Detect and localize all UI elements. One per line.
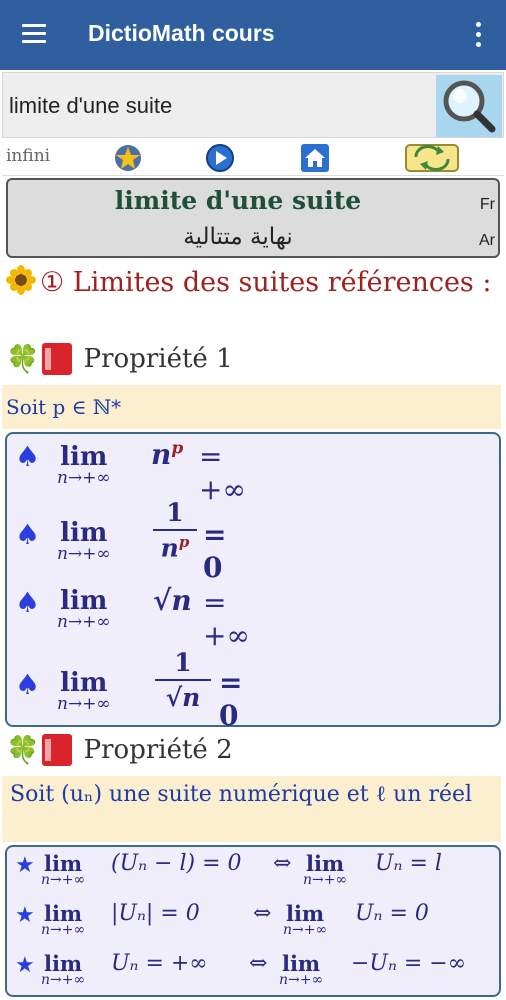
app-title: DictioMath cours <box>88 20 275 46</box>
spade-icon: ♠ <box>15 518 41 551</box>
search-bar <box>2 72 504 138</box>
limit-operator: lim n→+∞ <box>57 518 111 564</box>
formula-left: (Uₙ − l) = 0 <box>111 851 242 876</box>
search-input[interactable] <box>5 81 431 131</box>
limit-operator: lim n→+∞ <box>303 851 348 888</box>
equivalence-symbol: ⇔ <box>249 951 268 976</box>
property-1-formulas: ♠ lim n→+∞ np = +∞ ♠ lim n→+∞ 1 np = 0 ♠… <box>5 432 501 732</box>
section-title-text: ① Limites des suites références : <box>40 267 492 298</box>
spade-icon: ♠ <box>15 440 41 473</box>
limit-operator: lim n→+∞ <box>57 442 111 488</box>
spade-icon: ♠ <box>15 668 41 701</box>
book-icon <box>41 343 72 375</box>
limit-operator: lim n→+∞ <box>283 901 328 938</box>
limit-operator: lim n→+∞ <box>41 901 86 938</box>
play-icon[interactable] <box>204 143 236 173</box>
clover-icon: 🍀 <box>6 735 40 766</box>
limit-operator: lim n→+∞ <box>57 586 111 632</box>
lang-ar-button[interactable]: Ar <box>479 232 495 250</box>
section-title: ① Limites des suites références : <box>6 264 496 301</box>
equivalence-symbol: ⇔ <box>253 901 272 926</box>
formula-expr: np <box>151 438 184 471</box>
formula-expr: √n <box>153 584 192 617</box>
term-title-fr: limite d'une suite <box>114 186 362 215</box>
formula-row: ★ lim n→+∞ (Uₙ − l) = 0 ⇔ lim n→+∞ Uₙ = l <box>7 849 497 895</box>
spade-icon: ♠ <box>15 586 41 619</box>
property-2-note: Soit (uₙ) une suite numérique et ℓ un ré… <box>2 776 501 842</box>
lang-fr-button[interactable]: Fr <box>480 196 495 214</box>
fraction: 1 np <box>153 498 197 562</box>
limit-operator: lim n→+∞ <box>41 851 86 888</box>
search-icon <box>443 80 496 133</box>
term-title-ar: نهاية متتالية <box>183 224 293 250</box>
formula-row: ★ lim n→+∞ |Uₙ| = 0 ⇔ lim n→+∞ Uₙ = 0 <box>7 899 497 945</box>
formula-row: ★ lim n→+∞ Uₙ = +∞ ⇔ lim n→+∞ −Uₙ = −∞ <box>7 949 497 995</box>
current-word: infini <box>6 146 51 166</box>
property-1-label: Propriété 1 <box>83 344 233 374</box>
formula-right: −Uₙ = −∞ <box>351 951 467 976</box>
toolbar: infini <box>2 140 504 176</box>
limit-operator: lim n→+∞ <box>41 951 86 988</box>
property-2-label: Propriété 2 <box>83 735 233 765</box>
formula-rhs: = +∞ <box>199 440 246 506</box>
equivalence-symbol: ⇔ <box>273 851 292 876</box>
property-2-note-text: Soit (uₙ) une suite numérique et ℓ un ré… <box>10 782 473 807</box>
search-button[interactable] <box>436 75 502 137</box>
property-1-heading: 🍀 Propriété 1 <box>6 343 233 375</box>
clover-icon: 🍀 <box>6 344 40 375</box>
app-bar: DictioMath cours <box>0 0 506 70</box>
formula-left: Uₙ = +∞ <box>111 951 208 976</box>
star-bullet-icon: ★ <box>15 953 35 978</box>
property-1-note-text: Soit p ∈ ℕ* <box>6 395 122 419</box>
home-icon[interactable] <box>299 143 331 173</box>
formula-left: |Uₙ| = 0 <box>111 901 200 926</box>
book-icon <box>41 734 72 766</box>
star-bullet-icon: ★ <box>15 903 35 928</box>
more-options-icon[interactable] <box>472 22 484 48</box>
limit-operator: lim n→+∞ <box>57 668 111 714</box>
fraction: 1 √n <box>155 648 211 712</box>
sunflower-icon <box>6 265 36 295</box>
property-2-formulas: ★ lim n→+∞ (Uₙ − l) = 0 ⇔ lim n→+∞ Uₙ = l … <box>5 845 501 997</box>
limit-operator: lim n→+∞ <box>279 951 324 988</box>
star-icon[interactable] <box>112 143 144 173</box>
formula-rhs: = 0 <box>219 666 243 732</box>
property-1-note: Soit p ∈ ℕ* <box>2 385 501 429</box>
formula-rhs: = 0 <box>203 518 227 584</box>
formula-rhs: = +∞ <box>203 586 250 652</box>
term-header-card: limite d'une suite نهاية متتالية Fr Ar <box>6 178 500 258</box>
menu-icon[interactable] <box>22 24 48 44</box>
formula-right: Uₙ = l <box>375 851 442 876</box>
translate-icon[interactable] <box>402 143 462 173</box>
property-2-heading: 🍀 Propriété 2 <box>6 734 233 766</box>
formula-right: Uₙ = 0 <box>355 901 429 926</box>
star-bullet-icon: ★ <box>15 853 35 878</box>
